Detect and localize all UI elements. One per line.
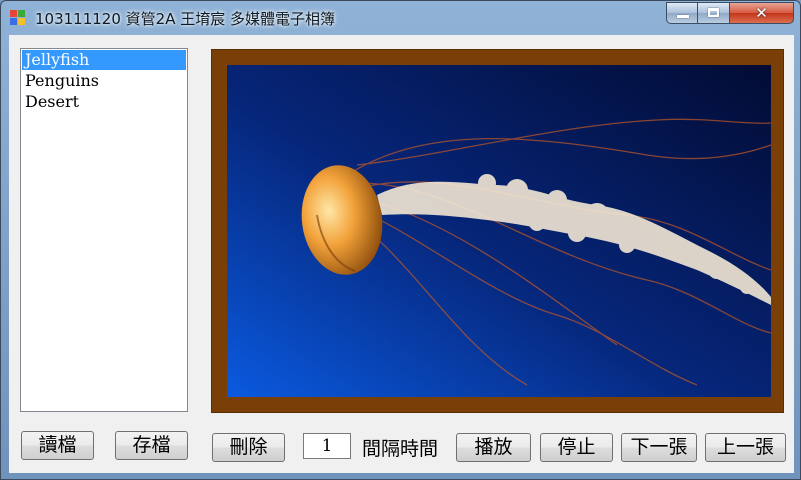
stop-button[interactable]: 停止 [540,433,613,462]
delete-button[interactable]: 刪除 [212,433,285,462]
interval-label: 間隔時間 [362,438,439,460]
app-window: 103111120 資管2A 王堉宸 多媒體電子相簿 ✕ Jellyfish P… [0,0,801,480]
interval-input[interactable]: 1 [303,433,351,459]
photo-listbox[interactable]: Jellyfish Penguins Desert [20,48,188,412]
play-button[interactable]: 播放 [456,433,531,462]
minimize-icon [677,15,689,18]
window-title: 103111120 資管2A 王堉宸 多媒體電子相簿 [35,10,336,28]
maximize-icon [708,8,719,17]
app-icon[interactable] [10,10,26,26]
jellyfish-image [227,65,771,397]
list-item[interactable]: Penguins [22,71,186,91]
save-button[interactable]: 存檔 [115,431,188,460]
close-button[interactable]: ✕ [730,2,794,24]
minimize-button[interactable] [666,2,698,24]
close-icon: ✕ [755,4,768,22]
list-item[interactable]: Jellyfish [22,50,186,70]
client-area: Jellyfish Penguins Desert 讀檔 存檔 刪除 1 間隔時… [9,35,794,473]
next-button[interactable]: 下一張 [621,433,697,462]
prev-button[interactable]: 上一張 [705,433,786,462]
picture-frame [211,49,784,413]
list-item[interactable]: Desert [22,92,186,112]
load-button[interactable]: 讀檔 [21,431,94,460]
picture-box [227,65,771,397]
title-bar[interactable]: 103111120 資管2A 王堉宸 多媒體電子相簿 ✕ [1,1,800,35]
maximize-button[interactable] [698,2,730,24]
